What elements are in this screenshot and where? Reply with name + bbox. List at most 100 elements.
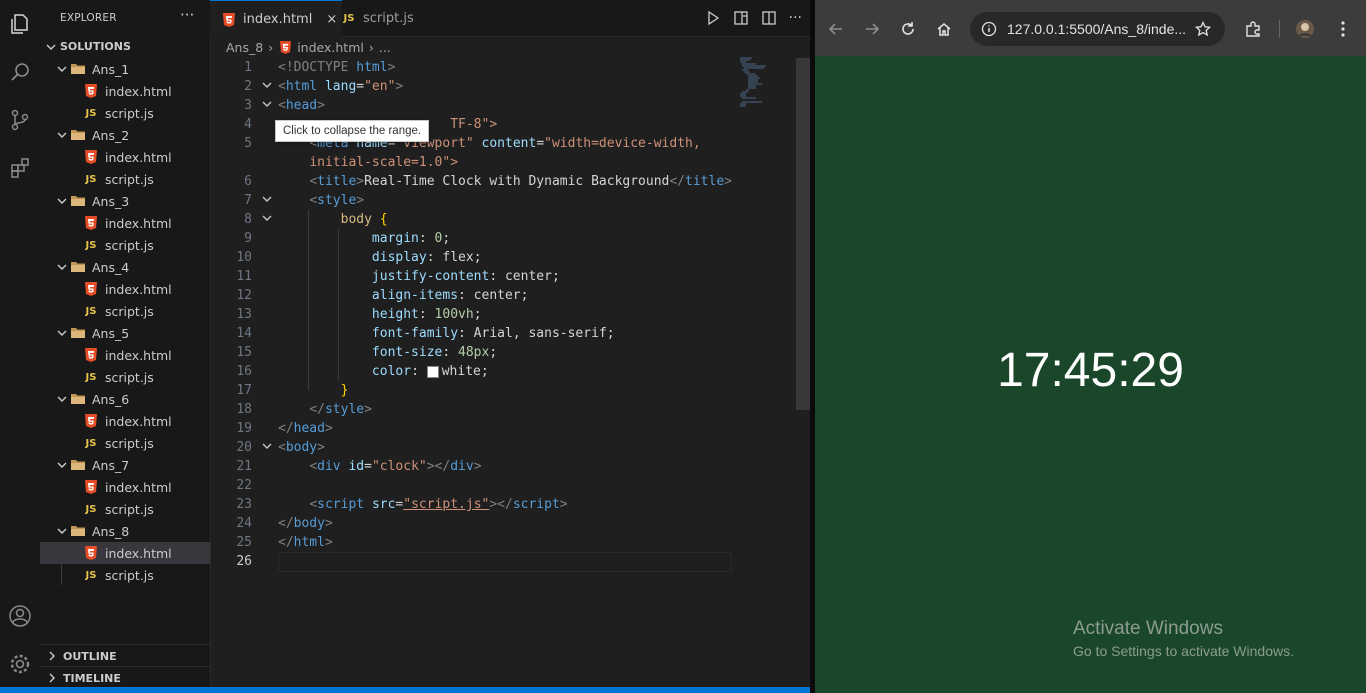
search-icon[interactable] xyxy=(4,56,36,88)
open-preview-icon[interactable] xyxy=(733,10,749,26)
code-line[interactable]: 10 display: flex; xyxy=(210,248,730,267)
code-line[interactable]: 22 xyxy=(210,476,730,495)
fold-chevron-icon[interactable] xyxy=(262,79,272,94)
folder-ans-4[interactable]: Ans_4 xyxy=(40,256,210,278)
info-icon[interactable] xyxy=(981,21,997,37)
home-icon[interactable] xyxy=(932,17,956,41)
file-item[interactable]: index.html xyxy=(40,80,210,102)
code-line[interactable]: 2 <html lang="en"> xyxy=(210,77,730,96)
code-line[interactable]: 17 } xyxy=(210,381,730,400)
bookmark-star-icon[interactable] xyxy=(1195,21,1211,37)
browser-menu-icon[interactable] xyxy=(1331,17,1355,41)
reload-icon[interactable] xyxy=(896,17,920,41)
code-line[interactable]: 12 align-items: center; xyxy=(210,286,730,305)
explorer-icon[interactable] xyxy=(4,8,36,40)
source-control-icon[interactable] xyxy=(4,104,36,136)
folder-ans-6[interactable]: Ans_6 xyxy=(40,388,210,410)
folder-ans-1[interactable]: Ans_1 xyxy=(40,58,210,80)
code-line[interactable]: 23 <script src="script.js"></script> xyxy=(210,495,730,514)
file-item[interactable]: JS script.js xyxy=(40,234,210,256)
file-item[interactable]: index.html xyxy=(40,344,210,366)
fold-chevron-icon[interactable] xyxy=(262,212,272,227)
vertical-scrollbar[interactable] xyxy=(796,58,810,410)
code-line[interactable]: 15 font-size: 48px; xyxy=(210,343,730,362)
code-line[interactable]: 14 font-family: Arial, sans-serif; xyxy=(210,324,730,343)
account-icon[interactable] xyxy=(4,600,36,632)
tab-index-html[interactable]: index.html × xyxy=(210,0,342,38)
code-line[interactable]: 1 <!DOCTYPE html> xyxy=(210,58,730,77)
file-item[interactable]: JS script.js xyxy=(40,168,210,190)
address-bar[interactable]: 127.0.0.1:5500/Ans_8/inde... xyxy=(970,12,1225,46)
file-item[interactable]: JS script.js xyxy=(40,564,210,586)
code-text: <script src="script.js"></script> xyxy=(309,497,568,512)
chevron-down-icon xyxy=(56,525,68,537)
code-line[interactable]: 16 color: white; xyxy=(210,362,730,381)
chevron-down-icon xyxy=(56,393,68,405)
code-editor[interactable]: 1 <!DOCTYPE html> 2 <html lang="en"> 3 <head>… xyxy=(210,58,810,688)
tab-script-js[interactable]: JS script.js xyxy=(330,0,452,36)
file-item[interactable]: index.html xyxy=(40,410,210,432)
html5-icon xyxy=(84,348,98,362)
split-editor-icon[interactable] xyxy=(761,10,777,26)
code-text: align-items: center; xyxy=(371,288,529,303)
forward-icon[interactable] xyxy=(860,17,884,41)
code-line[interactable]: 8 body { xyxy=(210,210,730,229)
outline-section[interactable]: OUTLINE xyxy=(40,644,210,667)
code-text: font-size: 48px; xyxy=(371,345,498,360)
back-icon[interactable] xyxy=(824,17,848,41)
file-item[interactable]: index.html xyxy=(40,146,210,168)
folder-ans-7[interactable]: Ans_7 xyxy=(40,454,210,476)
breadcrumb-file[interactable]: index.html xyxy=(297,40,364,55)
line-number: 9 xyxy=(244,231,252,246)
file-item[interactable]: index.html xyxy=(40,278,210,300)
code-line[interactable]: 25 </html> xyxy=(210,533,730,552)
html5-icon xyxy=(84,216,98,230)
fold-chevron-icon[interactable] xyxy=(262,193,272,208)
code-line[interactable]: 6 <title>Real-Time Clock with Dynamic Ba… xyxy=(210,172,732,191)
code-line[interactable]: 7 <style> xyxy=(210,191,730,210)
more-actions-icon[interactable]: ··· xyxy=(789,10,802,26)
breadcrumb-folder[interactable]: Ans_8 xyxy=(226,40,263,55)
color-swatch[interactable] xyxy=(426,365,439,378)
run-icon[interactable] xyxy=(705,10,721,26)
code-line[interactable]: 13 height: 100vh; xyxy=(210,305,730,324)
file-item[interactable]: JS script.js xyxy=(40,300,210,322)
code-line[interactable]: 3 <head> xyxy=(210,96,730,115)
workspace-root[interactable]: SOLUTIONS xyxy=(46,40,131,53)
minimap[interactable] xyxy=(738,56,788,116)
folder-ans-8[interactable]: Ans_8 xyxy=(40,520,210,542)
folder-ans-5[interactable]: Ans_5 xyxy=(40,322,210,344)
timeline-section[interactable]: TIMELINE xyxy=(40,666,210,689)
file-item[interactable]: JS script.js xyxy=(40,498,210,520)
more-actions-icon[interactable]: ··· xyxy=(180,6,194,24)
folder-icon xyxy=(70,63,86,75)
file-item[interactable]: JS script.js xyxy=(40,432,210,454)
folder-icon xyxy=(70,393,86,405)
file-item[interactable]: JS script.js xyxy=(40,366,210,388)
code-line[interactable]: 11 justify-content: center; xyxy=(210,267,730,286)
code-line[interactable]: 24 </body> xyxy=(210,514,730,533)
code-line[interactable]: 9 margin: 0; xyxy=(210,229,730,248)
folder-ans-2[interactable]: Ans_2 xyxy=(40,124,210,146)
url-text[interactable]: 127.0.0.1:5500/Ans_8/inde... xyxy=(1007,21,1186,37)
code-line[interactable]: 19 </head> xyxy=(210,419,730,438)
code-line[interactable]: 20 <body> xyxy=(210,438,730,457)
folder-ans-3[interactable]: Ans_3 xyxy=(40,190,210,212)
code-line[interactable]: initial-scale=1.0"> xyxy=(210,153,730,172)
extensions-puzzle-icon[interactable] xyxy=(1241,17,1265,41)
extensions-icon[interactable] xyxy=(4,152,36,184)
file-item[interactable]: index.html xyxy=(40,212,210,234)
tab-label: index.html xyxy=(243,12,313,27)
code-line[interactable]: 18 </style> xyxy=(210,400,730,419)
file-item[interactable]: index.html xyxy=(40,542,210,564)
fold-chevron-icon[interactable] xyxy=(262,98,272,113)
code-line[interactable]: 21 <div id="clock"></div> xyxy=(210,457,730,476)
breadcrumb-tail[interactable]: ... xyxy=(379,40,391,55)
fold-tooltip: Click to collapse the range. xyxy=(275,120,430,142)
gear-icon[interactable] xyxy=(4,648,36,680)
profile-avatar[interactable] xyxy=(1293,17,1317,41)
fold-chevron-icon[interactable] xyxy=(262,440,272,455)
file-item[interactable]: index.html xyxy=(40,476,210,498)
js-icon: JS xyxy=(85,239,97,251)
file-item[interactable]: JS script.js xyxy=(40,102,210,124)
